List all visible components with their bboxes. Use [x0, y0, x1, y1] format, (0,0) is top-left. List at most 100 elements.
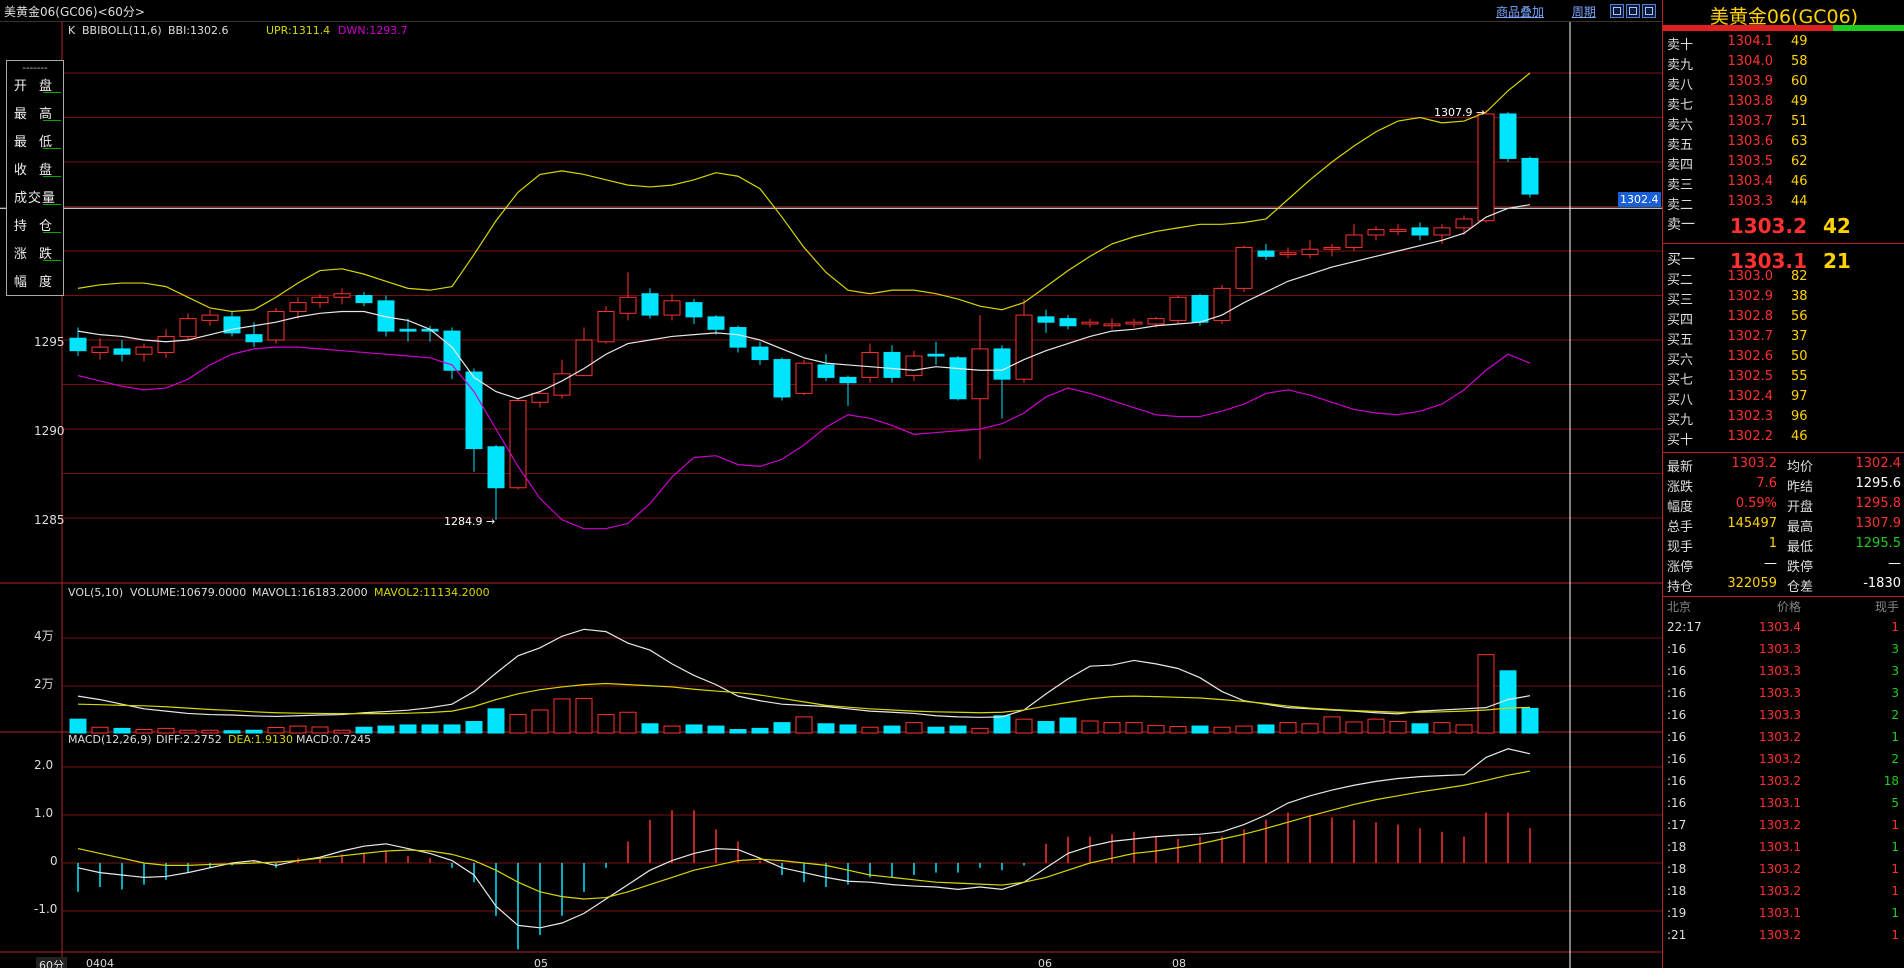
level-volume: 37 [1791, 329, 1808, 344]
level-volume: 55 [1791, 369, 1808, 384]
level-label: 卖一 [1667, 217, 1695, 233]
level-price: 1303.6 [1727, 134, 1774, 149]
ask-row[interactable]: 卖四 1303.5 62 [1663, 154, 1904, 174]
bid-row[interactable]: 买二 1303.0 82 [1663, 269, 1904, 289]
tick-time: :21 [1667, 928, 1687, 942]
tick-price: 1303.2 [1759, 928, 1801, 942]
mavol1-value: MAVOL1:16183.2000 [252, 586, 368, 599]
candle-body [1301, 248, 1319, 256]
stat-row: 涨跌 7.6 昨结 1295.6 [1663, 476, 1904, 496]
stat-label: 最低 [1787, 540, 1814, 555]
tick-row: :18 1303.2 1 [1663, 862, 1904, 884]
stat-value: 1302.4 [1855, 456, 1902, 471]
stat-row: 涨停 — 跌停 — [1663, 556, 1904, 576]
macd-tick: 1.0 [34, 806, 54, 820]
candle-body [619, 296, 637, 314]
bid-row[interactable]: 买十 1302.2 46 [1663, 429, 1904, 449]
bid-row[interactable]: 买六 1302.6 50 [1663, 349, 1904, 369]
tick-time: :18 [1667, 840, 1687, 854]
bid-row[interactable]: 买八 1302.4 97 [1663, 389, 1904, 409]
menu-percent[interactable]: 幅 度 [9, 271, 61, 290]
tick-time: :18 [1667, 884, 1687, 898]
stat-value: -1830 [1863, 576, 1901, 591]
window-icon[interactable] [1626, 4, 1640, 18]
stat-value: 0.59% [1735, 496, 1777, 511]
level-label: 买二 [1667, 273, 1694, 288]
volume-bar [751, 727, 769, 734]
volume-bar [1125, 722, 1143, 734]
level-price: 1302.3 [1727, 409, 1774, 424]
period-link[interactable]: 周期 [1572, 5, 1596, 19]
bid-row[interactable]: 买九 1302.3 96 [1663, 409, 1904, 429]
candle-body [1235, 246, 1253, 289]
upr-value: UPR:1311.4 [266, 24, 331, 37]
menu-underline [43, 204, 61, 205]
volume-bar [553, 698, 571, 734]
menu-underline [43, 232, 61, 233]
volume-bar [1015, 718, 1033, 734]
tick-volume: 1 [1891, 818, 1899, 832]
macd-value: MACD:0.7245 [296, 733, 372, 746]
ask-row[interactable]: 卖三 1303.4 46 [1663, 174, 1904, 194]
ask-row[interactable]: 卖一 1303.2 42 [1663, 214, 1904, 238]
tick-price: 1303.3 [1759, 664, 1801, 678]
stat-label: 跌停 [1787, 560, 1814, 575]
tick-volume: 1 [1891, 620, 1899, 634]
macd-tick: -1.0 [34, 902, 58, 916]
ask-row[interactable]: 卖二 1303.3 44 [1663, 194, 1904, 214]
price-field-menu: ------- 开 盘 最 高 最 低 收 盘 成交量 持 仓 涨 跌 幅 度 [6, 60, 64, 296]
tick-price: 1303.3 [1759, 642, 1801, 656]
tick-row: :16 1303.2 1 [1663, 730, 1904, 752]
stat-row: 最新 1303.2 均价 1302.4 [1663, 456, 1904, 476]
tick-row: :18 1303.2 1 [1663, 884, 1904, 906]
menu-underline [43, 260, 61, 261]
volume-bar [1323, 716, 1341, 734]
bid-row[interactable]: 买一 1303.1 21 [1663, 249, 1904, 273]
volume-bar [839, 724, 857, 734]
volume-bar [1521, 707, 1539, 734]
level-volume: 82 [1791, 269, 1808, 284]
stat-value: 1 [1768, 536, 1777, 551]
chart-area[interactable]: K BBIBOLL(11,6) BBI:1302.6 UPR:1311.4 DW… [0, 22, 1662, 968]
ask-row[interactable]: 卖十 1304.1 49 [1663, 34, 1904, 54]
layout-icon[interactable] [1610, 4, 1624, 18]
bid-row[interactable]: 买五 1302.7 37 [1663, 329, 1904, 349]
candle-body [1455, 218, 1473, 229]
tick-row: :18 1303.1 1 [1663, 840, 1904, 862]
tick-time: :16 [1667, 796, 1687, 810]
ask-row[interactable]: 卖八 1303.9 60 [1663, 74, 1904, 94]
bid-row[interactable]: 买四 1302.8 56 [1663, 309, 1904, 329]
candle-body [1081, 321, 1099, 325]
x-tick: 05 [534, 957, 548, 968]
overlay-link[interactable]: 商品叠加 [1496, 5, 1544, 19]
ask-row[interactable]: 卖七 1303.8 49 [1663, 94, 1904, 114]
tick-row: :19 1303.1 1 [1663, 906, 1904, 928]
close-icon[interactable] [1642, 4, 1656, 18]
ask-row[interactable]: 卖九 1304.0 58 [1663, 54, 1904, 74]
volume-bar [949, 725, 967, 734]
volume-bar [971, 727, 989, 734]
x-tick: 0404 [86, 957, 114, 968]
bid-row[interactable]: 买三 1302.9 38 [1663, 289, 1904, 309]
ask-row[interactable]: 卖五 1303.6 63 [1663, 134, 1904, 154]
tick-price: 1303.1 [1759, 796, 1801, 810]
bid-row[interactable]: 买七 1302.5 55 [1663, 369, 1904, 389]
level-volume: 97 [1791, 389, 1808, 404]
ask-row[interactable]: 卖六 1303.7 51 [1663, 114, 1904, 134]
header-volume: 现手 [1874, 600, 1899, 614]
candle-body [355, 295, 373, 304]
candle-body [575, 339, 593, 377]
price-tick: 1285 [34, 513, 65, 527]
tick-row: :21 1303.2 1 [1663, 928, 1904, 950]
level-price: 1302.9 [1727, 289, 1774, 304]
header-price: 价格 [1776, 600, 1801, 614]
k-label: K [68, 24, 76, 37]
volume-bar [1059, 717, 1077, 734]
volume-bar [619, 711, 637, 734]
level-volume: 58 [1791, 54, 1808, 69]
level-price: 1303.0 [1727, 269, 1774, 284]
level-label: 买十 [1667, 433, 1694, 448]
level-price: 1303.4 [1727, 174, 1774, 189]
volume-bar [1433, 722, 1451, 734]
menu-underline [43, 120, 61, 121]
